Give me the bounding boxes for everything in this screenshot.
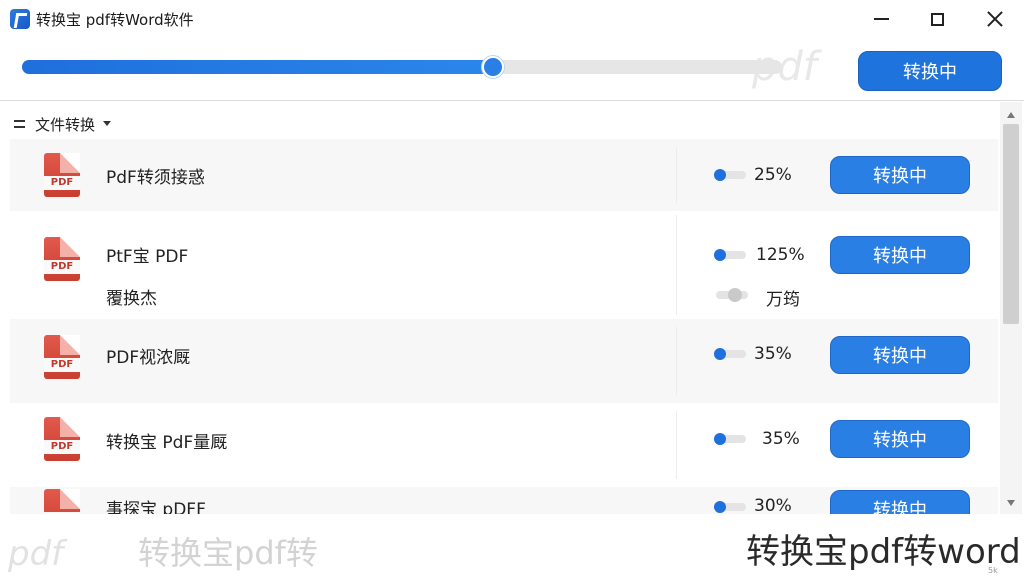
list-header[interactable]: 文件转换 — [0, 108, 1000, 138]
file-list: PDF PdF转须接惑 25% 转换中 PDF PtF宝 PDF 覆换杰 125… — [10, 139, 998, 514]
watermark-corner: 5k — [988, 566, 998, 575]
title-bar: 转换宝 pdf转Word软件 — [0, 0, 1024, 38]
convert-button[interactable]: 转换中 — [830, 420, 970, 458]
overall-progress-bar[interactable] — [22, 56, 782, 78]
file-name: PtF宝 PDF — [106, 247, 189, 267]
pdf-file-icon: PDF — [44, 489, 80, 514]
file-percent: 25% — [754, 165, 792, 185]
overall-progress-fill — [22, 60, 494, 74]
file-row: PDF PdF转须接惑 25% 转换中 — [10, 139, 998, 211]
pdf-file-icon: PDF — [44, 237, 80, 281]
scroll-up-icon[interactable] — [1007, 112, 1015, 118]
convert-button[interactable]: 转换中 — [830, 156, 970, 194]
maximize-button[interactable] — [924, 6, 950, 32]
file-progress-bar — [714, 169, 746, 181]
file-name: 事探宝 pDFF — [106, 500, 206, 514]
bottom-watermark-bar: pdf 转换宝pdf转 转换宝pdf转word 5k — [0, 514, 1024, 576]
minimize-icon — [873, 18, 889, 20]
maximize-icon — [930, 12, 944, 26]
file-row: PDF 转换宝 PdF量厩 35% 转换中 — [10, 403, 998, 487]
column-separator — [676, 411, 677, 479]
menu-icon — [14, 120, 25, 128]
file-row: PDF PtF宝 PDF 覆换杰 125% 万筠 转换中 — [10, 211, 998, 319]
file-name: PDF视浓厩 — [106, 348, 191, 368]
file-sub-progress — [716, 288, 748, 302]
convert-all-button[interactable]: 转换中 — [858, 51, 1002, 91]
file-percent: 30% — [754, 496, 792, 514]
watermark-pdf: pdf — [8, 534, 64, 574]
file-name: PdF转须接惑 — [106, 168, 205, 188]
close-icon — [987, 11, 1003, 27]
watermark-left: 转换宝pdf转 — [138, 534, 318, 572]
pdf-file-icon: PDF — [44, 153, 80, 197]
file-progress-bar — [714, 501, 746, 513]
file-percent: 35% — [754, 344, 792, 364]
file-subtitle: 覆换杰 — [106, 289, 157, 309]
file-progress-bar — [714, 433, 746, 445]
convert-button[interactable]: 转换中 — [830, 236, 970, 274]
chevron-down-icon — [103, 121, 111, 126]
convert-button[interactable]: 转换中 — [830, 336, 970, 374]
list-header-label: 文件转换 — [35, 116, 96, 134]
minimize-button[interactable] — [868, 6, 894, 32]
app-logo-icon — [10, 9, 30, 29]
column-separator — [676, 327, 677, 395]
header-divider — [0, 100, 1024, 101]
file-sub-value: 万筠 — [766, 290, 800, 310]
file-progress-bar — [714, 348, 746, 360]
file-name: 转换宝 PdF量厩 — [106, 433, 228, 453]
file-progress-bar — [714, 249, 746, 261]
convert-button[interactable]: 转换中 — [830, 490, 970, 514]
close-button[interactable] — [982, 6, 1008, 32]
file-row: PDF PDF视浓厩 35% 转换中 — [10, 319, 998, 403]
window-title: 转换宝 pdf转Word软件 — [36, 11, 194, 29]
scroll-down-icon[interactable] — [1007, 500, 1015, 506]
app-window: 转换宝 pdf转Word软件 pdf 转换中 文件转换 PDF PdF转须接惑 … — [0, 0, 1024, 576]
pdf-file-icon: PDF — [44, 335, 80, 379]
column-separator — [676, 215, 677, 315]
pdf-file-icon: PDF — [44, 417, 80, 461]
overall-progress-handle[interactable] — [482, 56, 505, 78]
file-percent: 125% — [756, 245, 805, 265]
column-separator — [676, 147, 677, 203]
scroll-thumb[interactable] — [1003, 124, 1019, 324]
file-row: PDF 事探宝 pDFF 30% 转换中 — [10, 487, 998, 514]
file-percent: 35% — [762, 429, 800, 449]
vertical-scrollbar[interactable] — [1000, 102, 1022, 514]
watermark-right: 转换宝pdf转word — [746, 532, 1021, 572]
